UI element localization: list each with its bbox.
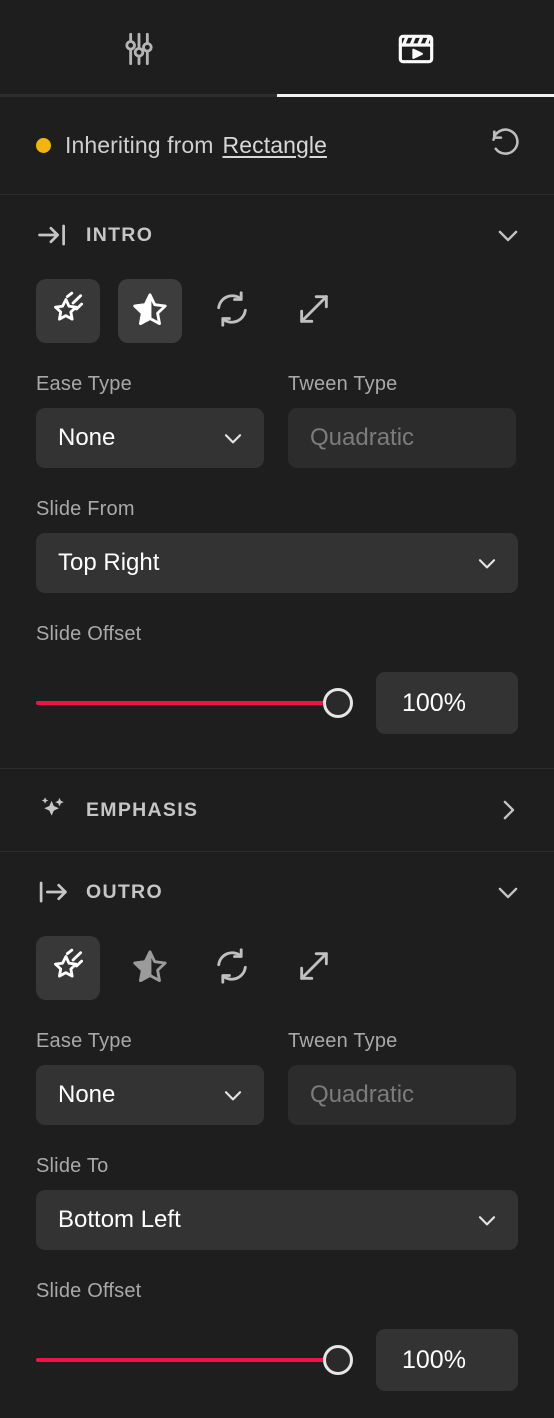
section-header-intro[interactable]: INTRO xyxy=(0,195,554,275)
section-title-outro: OUTRO xyxy=(86,880,163,903)
chevron-right-icon[interactable] xyxy=(488,790,528,830)
tween-type-label: Tween Type xyxy=(288,1030,398,1052)
shooting-star-icon xyxy=(49,947,87,990)
half-star-icon xyxy=(131,947,169,990)
ease-tween-row-outro: Ease Type None Tween Type Quadratic xyxy=(0,1030,554,1125)
tween-type-field-outro: Tween Type Quadratic xyxy=(288,1030,516,1125)
half-star-icon xyxy=(131,290,169,333)
effect-button-shooting-star-outro[interactable] xyxy=(36,936,100,1000)
ease-type-field-outro: Ease Type None xyxy=(36,1030,264,1125)
slide-from-label: Slide From xyxy=(36,498,135,520)
effect-button-loop-outro[interactable] xyxy=(200,936,264,1000)
effect-buttons-outro xyxy=(0,936,554,1000)
effect-button-half-star-outro[interactable] xyxy=(118,936,182,1000)
ease-type-select-intro[interactable]: None xyxy=(36,408,264,468)
tween-type-value: Quadratic xyxy=(310,1081,415,1108)
tab-properties[interactable] xyxy=(0,0,277,97)
slide-to-value: Bottom Left xyxy=(58,1206,181,1233)
section-intro: INTRO Ease Type None Tween Type Quadrati… xyxy=(0,195,554,769)
slide-from-value: Top Right xyxy=(58,549,160,576)
arrow-from-line-right-icon xyxy=(36,875,70,909)
slide-offset-slider-intro[interactable] xyxy=(36,672,356,734)
slide-to-label: Slide To xyxy=(36,1155,109,1177)
tween-type-label: Tween Type xyxy=(288,373,398,395)
tween-type-value: Quadratic xyxy=(310,424,415,451)
ease-type-value: None xyxy=(58,1081,116,1108)
slide-offset-row-outro: 100% xyxy=(0,1329,554,1391)
slide-from-row-intro: Slide From Top Right xyxy=(0,498,554,593)
slide-offset-input-intro[interactable]: 100% xyxy=(376,672,518,734)
effect-buttons-intro xyxy=(0,279,554,343)
slide-offset-value: 100% xyxy=(402,688,466,717)
slide-offset-label: Slide Offset xyxy=(36,623,142,645)
effect-button-expand-outro[interactable] xyxy=(282,936,346,1000)
slider-thumb[interactable] xyxy=(323,688,353,718)
tab-animation[interactable] xyxy=(277,0,554,97)
chevron-down-icon xyxy=(220,425,246,451)
slide-from-field: Slide From Top Right xyxy=(36,498,518,593)
slide-offset-slider-outro[interactable] xyxy=(36,1329,356,1391)
slide-to-select[interactable]: Bottom Left xyxy=(36,1190,518,1250)
section-emphasis: EMPHASIS xyxy=(0,769,554,852)
tween-type-field-intro: Tween Type Quadratic xyxy=(288,373,516,468)
sliders-icon xyxy=(119,29,159,69)
tab-bar xyxy=(0,0,554,97)
slide-offset-row-intro: 100% xyxy=(0,672,554,734)
chevron-down-icon[interactable] xyxy=(488,872,528,912)
effect-button-loop-intro[interactable] xyxy=(200,279,264,343)
chevron-down-icon xyxy=(220,1082,246,1108)
loop-icon xyxy=(213,290,251,333)
animation-properties-panel: Inheriting from Rectangle INTRO Ease Typ… xyxy=(0,0,554,1418)
slider-fill xyxy=(36,701,338,705)
slide-offset-value: 100% xyxy=(402,1345,466,1374)
shooting-star-icon xyxy=(49,290,87,333)
slide-from-select[interactable]: Top Right xyxy=(36,533,518,593)
ease-type-label: Ease Type xyxy=(36,1030,132,1052)
tween-type-select-outro: Quadratic xyxy=(288,1065,516,1125)
inheriting-banner: Inheriting from Rectangle xyxy=(0,97,554,195)
ease-type-field-intro: Ease Type None xyxy=(36,373,264,468)
slide-to-row-outro: Slide To Bottom Left xyxy=(0,1155,554,1250)
section-header-outro[interactable]: OUTRO xyxy=(0,852,554,932)
chevron-down-icon xyxy=(474,1207,500,1233)
chevron-down-icon xyxy=(474,550,500,576)
slider-fill xyxy=(36,1358,338,1362)
slider-thumb[interactable] xyxy=(323,1345,353,1375)
section-title-intro: INTRO xyxy=(86,223,154,246)
loop-icon xyxy=(213,947,251,990)
inherit-source-link[interactable]: Rectangle xyxy=(223,132,327,159)
chevron-down-icon[interactable] xyxy=(488,215,528,255)
ease-type-value: None xyxy=(58,424,116,451)
clapperboard-icon xyxy=(396,29,436,69)
inheriting-label: Inheriting from Rectangle xyxy=(65,132,327,159)
slide-offset-label: Slide Offset xyxy=(36,1280,142,1302)
ease-tween-row-intro: Ease Type None Tween Type Quadratic xyxy=(0,373,554,468)
section-header-emphasis[interactable]: EMPHASIS xyxy=(0,769,554,851)
effect-button-expand-intro[interactable] xyxy=(282,279,346,343)
tab-underline-properties xyxy=(0,94,277,97)
expand-diagonal-icon xyxy=(295,290,333,333)
ease-type-label: Ease Type xyxy=(36,373,132,395)
section-outro: OUTRO Ease Type None Tween Type Quadrati… xyxy=(0,852,554,1418)
effect-button-shooting-star-intro[interactable] xyxy=(36,279,100,343)
arrow-to-line-right-icon xyxy=(36,218,70,252)
expand-diagonal-icon xyxy=(295,947,333,990)
ease-type-select-outro[interactable]: None xyxy=(36,1065,264,1125)
slide-offset-label-row-outro: Slide Offset xyxy=(0,1280,554,1315)
status-dot xyxy=(36,138,51,153)
effect-button-half-star-intro[interactable] xyxy=(118,279,182,343)
tab-underline-animation xyxy=(277,94,554,97)
tween-type-select-intro: Quadratic xyxy=(288,408,516,468)
reset-icon xyxy=(488,125,524,166)
reset-button[interactable] xyxy=(484,124,528,168)
sparkles-icon xyxy=(36,793,70,827)
slide-offset-label-row-intro: Slide Offset xyxy=(0,623,554,658)
inheriting-prefix: Inheriting from xyxy=(65,132,214,158)
slide-offset-input-outro[interactable]: 100% xyxy=(376,1329,518,1391)
slide-to-field: Slide To Bottom Left xyxy=(36,1155,518,1250)
section-title-emphasis: EMPHASIS xyxy=(86,798,199,821)
